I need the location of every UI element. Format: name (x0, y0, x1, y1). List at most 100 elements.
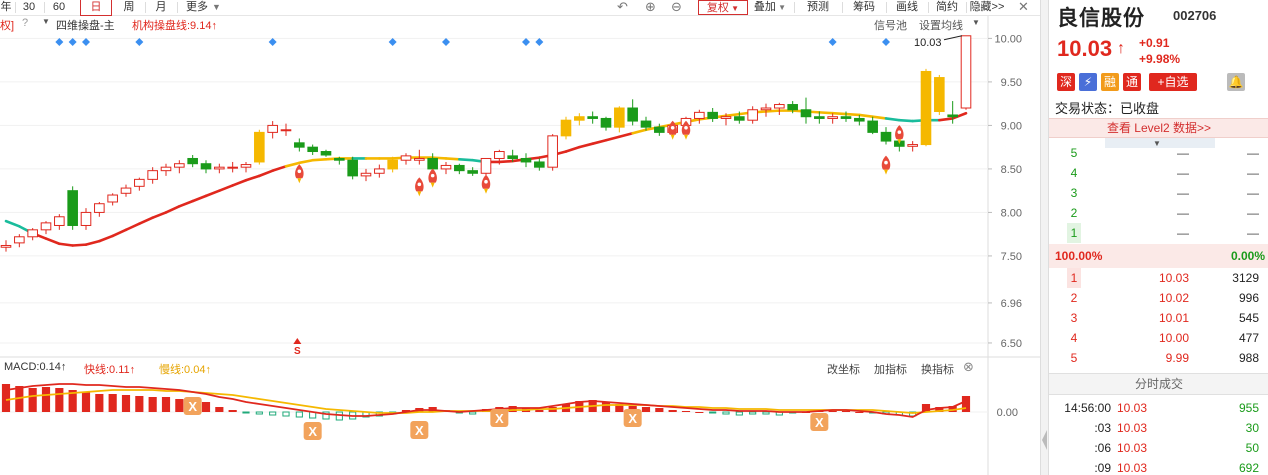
macd-bar-down (709, 411, 717, 414)
tick-price: 10.03 (1117, 421, 1148, 435)
zoom-out-icon[interactable]: ⊖ (671, 0, 682, 14)
tick-list-header[interactable]: 分时成交 (1049, 373, 1268, 395)
inst-line-value: 机构操盘线:9.14↑ (132, 20, 217, 32)
y-axis-label: 10.00 (994, 33, 1022, 45)
sell-marker-arrow (293, 338, 302, 344)
inst-ma-segment (724, 112, 741, 118)
indicator-name[interactable]: 四维操盘-主 (56, 17, 115, 33)
candle-body (107, 194, 118, 203)
bid-volume: 477 (1238, 331, 1259, 345)
close-indicator-icon[interactable]: ⊗ (963, 359, 974, 375)
add-watchlist-button[interactable]: +自选 (1149, 73, 1197, 91)
ask-level: 2 (1070, 206, 1078, 220)
y-axis-label: 6.96 (1001, 298, 1022, 310)
tag-margin[interactable]: 融 (1101, 73, 1119, 91)
bell-icon[interactable]: 🔔 (1227, 73, 1245, 91)
change-coord-button[interactable]: 改坐标 (827, 361, 860, 377)
inst-ma-segment (844, 112, 861, 117)
period-month-button[interactable]: 月 (150, 0, 172, 15)
ask-row[interactable]: 2 — — (1049, 203, 1268, 223)
ask-row[interactable]: 1 — — (1049, 223, 1268, 243)
tick-volume: 50 (1245, 441, 1259, 455)
candle-body (0, 244, 12, 248)
simple-mode-button[interactable]: 简约 (931, 0, 963, 15)
ask-row[interactable]: 5 — — (1049, 143, 1268, 163)
ask-row[interactable]: 3 — — (1049, 183, 1268, 203)
period-toolbar: 年 30 60 日 周 月 更多 ▼ ↶ ⊕ ⊖ 复权 ▼ 叠加 ▼ 预测 筹码… (0, 0, 1040, 16)
inst-ma-segment (818, 111, 834, 115)
panel-splitter[interactable] (1040, 0, 1048, 475)
period-30-button[interactable]: 30 (18, 0, 40, 15)
macd-bar-up (535, 410, 544, 412)
period-year-button[interactable]: 年 (0, 0, 12, 15)
x-marker-label: X (815, 415, 824, 430)
candle-body (280, 129, 292, 132)
candle-body (547, 135, 558, 168)
tick-price: 10.03 (1117, 461, 1148, 475)
candle-body (40, 222, 52, 231)
overlay-button[interactable]: 叠加 ▼ (752, 0, 788, 15)
candle-body (94, 203, 105, 213)
macd-bar-up (228, 410, 237, 412)
signal-diamond (135, 38, 144, 46)
candle-body (494, 151, 505, 159)
macd-bar-up (961, 396, 971, 412)
candle-body (134, 178, 145, 187)
add-indicator-button[interactable]: 加指标 (874, 361, 907, 377)
undo-icon[interactable]: ↶ (617, 0, 628, 14)
price-change: +0.91 +9.98% (1139, 36, 1181, 66)
collapse-arrow-icon[interactable] (1042, 430, 1047, 450)
period-week-button[interactable]: 周 (118, 0, 140, 15)
arrow-up-icon: ↑ (1117, 40, 1125, 57)
candle-body (307, 146, 318, 153)
candle-body (747, 109, 758, 121)
bid-row[interactable]: 3 10.01 545 (1049, 308, 1268, 328)
tag-shenzhen[interactable]: 深 (1057, 73, 1075, 91)
swap-indicator-button[interactable]: 换指标 (921, 361, 954, 377)
inst-ma-segment (631, 128, 648, 135)
inst-ma-segment (898, 118, 914, 123)
ask-row[interactable]: 4 — — (1049, 163, 1268, 183)
tick-row: 14:56:00 10.03 955 (1049, 398, 1268, 418)
inst-ma-segment (71, 243, 88, 247)
candle-body (854, 117, 865, 122)
candle-body (387, 159, 398, 170)
rocket-flame (670, 134, 675, 140)
candle-body (200, 163, 212, 170)
fuquan-button[interactable]: 复权 ▼ (698, 0, 748, 15)
macd-bar-up (148, 397, 157, 412)
zoom-in-icon[interactable]: ⊕ (645, 0, 656, 14)
hide-panel-button[interactable]: 隐藏>> (967, 0, 1007, 15)
rocket-window (884, 160, 888, 165)
rocket-window (297, 169, 302, 174)
kline-chart[interactable]: 10.00 9.50 9.00 8.50 8.00 7.50 6.96 6.50 10.03 S 0… (0, 16, 1040, 475)
bid-row[interactable]: 4 10.00 477 (1049, 328, 1268, 348)
forecast-button[interactable]: 预测 (800, 0, 836, 15)
period-60-button[interactable]: 60 (48, 0, 70, 15)
close-icon[interactable]: ✕ (1018, 0, 1029, 14)
bid-level: 1 (1067, 268, 1081, 288)
period-day-button[interactable]: 日 (80, 0, 112, 16)
tag-connect[interactable]: 通 (1123, 73, 1141, 91)
inst-ma-segment (498, 159, 514, 164)
bid-row[interactable]: 1 10.03 3129 (1049, 268, 1268, 288)
chevron-down-icon[interactable]: ▼ (972, 18, 980, 27)
lightning-icon[interactable]: ⚡ (1079, 73, 1097, 91)
set-ma-button[interactable]: 设置均线 (919, 17, 963, 33)
inst-ma-segment (98, 234, 114, 243)
candle-body (440, 164, 452, 170)
chips-button[interactable]: 筹码 (846, 0, 882, 15)
draw-line-button[interactable]: 画线 (889, 0, 925, 15)
bid-row[interactable]: 5 9.99 988 (1049, 348, 1268, 368)
period-more-button[interactable]: 更多 (183, 0, 211, 15)
inst-ma-segment (164, 205, 181, 214)
signal-pool-button[interactable]: 信号池 (874, 17, 907, 33)
bid-row[interactable]: 2 10.02 996 (1049, 288, 1268, 308)
chevron-down-icon[interactable]: ▼ (42, 17, 50, 26)
rocket-window (430, 173, 435, 178)
quote-panel: 良信股份 002706 10.03 ↑ +0.91 +9.98% 深 ⚡ 融 通… (1048, 0, 1268, 475)
help-icon[interactable]: ? (22, 17, 28, 29)
level2-link[interactable]: 查看 Level2 数据>> (1049, 118, 1268, 138)
ask-level: 4 (1070, 166, 1078, 180)
candle-body (507, 155, 518, 159)
